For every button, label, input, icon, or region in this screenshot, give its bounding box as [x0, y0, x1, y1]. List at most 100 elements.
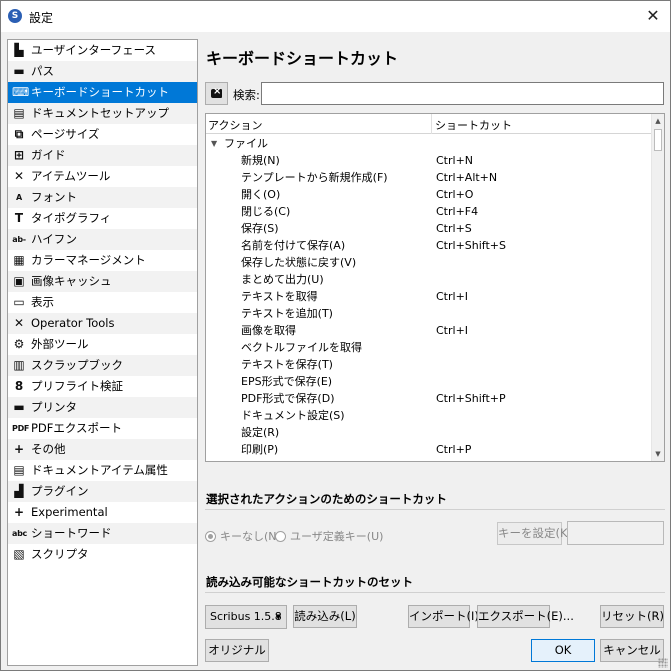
scroll-down-icon[interactable]: ▼ — [652, 447, 664, 461]
table-row[interactable]: 閉じる(C) Ctrl+F4 — [206, 203, 653, 220]
action-name: 印刷(P) — [241, 443, 279, 456]
table-row[interactable]: ドキュメント設定(S) — [206, 407, 653, 424]
tree-header: アクション ショートカット — [206, 114, 653, 134]
action-name: 画像を取得 — [241, 324, 296, 337]
group-label: ファイル — [224, 137, 268, 150]
table-row[interactable]: テキストを取得 Ctrl+I — [206, 288, 653, 305]
guides-icon: ⊞ — [13, 148, 25, 162]
sidebar-item[interactable]: ⌨ キーボードショートカット — [8, 82, 197, 103]
set-key-button[interactable]: キーを設定(K) — [497, 522, 572, 545]
table-row[interactable]: テキストを保存(T) — [206, 356, 653, 373]
table-row[interactable]: 名前を付けて保存(A) Ctrl+Shift+S — [206, 237, 653, 254]
action-name: ベクトルファイルを取得 — [241, 341, 362, 354]
sidebar-item[interactable]: ▟ プラグイン — [8, 481, 197, 502]
sidebar-item[interactable]: ▦ カラーマネージメント — [8, 250, 197, 271]
action-shortcut: Ctrl+I — [436, 324, 469, 337]
action-name: EPS形式で保存(E) — [241, 375, 333, 388]
sidebar-item[interactable]: + その他 — [8, 439, 197, 460]
tree-group-file[interactable]: ▼ ファイル — [206, 135, 653, 152]
table-row[interactable]: 新規(N) Ctrl+N — [206, 152, 653, 169]
sidebar-item[interactable]: T タイポグラフィ — [8, 208, 197, 229]
no-key-radio[interactable]: キーなし(N) — [205, 528, 281, 544]
action-shortcut: Ctrl+N — [436, 154, 474, 167]
expand-arrow-icon[interactable]: ▼ — [211, 135, 217, 152]
close-icon[interactable]: ✕ — [640, 3, 666, 29]
table-row[interactable]: EPS形式で保存(E) — [206, 373, 653, 390]
action-name: テキストを保存(T) — [241, 358, 333, 371]
action-shortcut: Ctrl+P — [436, 443, 472, 456]
action-name: テキストを取得 — [241, 290, 318, 303]
sidebar-item[interactable]: ▬ パス — [8, 61, 197, 82]
tree-scrollbar[interactable]: ▲ ▼ — [651, 114, 664, 461]
sidebar-item[interactable]: ✕ Operator Tools — [8, 313, 197, 334]
column-header-action[interactable]: アクション — [208, 117, 262, 133]
sidebar-item[interactable]: A フォント — [8, 187, 197, 208]
display-icon: ▭ — [13, 295, 25, 309]
sidebar-item[interactable]: ⧉ ページサイズ — [8, 124, 197, 145]
action-shortcut: Ctrl+Alt+N — [436, 171, 498, 184]
table-row[interactable]: テキストを追加(T) — [206, 305, 653, 322]
scroll-up-icon[interactable]: ▲ — [652, 114, 664, 128]
table-row[interactable]: 印刷(P) Ctrl+P — [206, 441, 653, 458]
sidebar-item[interactable]: ▤ ドキュメントセットアップ — [8, 103, 197, 124]
sidebar-item[interactable]: ab- ハイフン — [8, 229, 197, 250]
sidebar-item[interactable]: ✕ アイテムツール — [8, 166, 197, 187]
search-input[interactable] — [261, 82, 664, 105]
reset-button[interactable]: リセット(R) — [600, 605, 664, 628]
sidebar-item[interactable]: ▭ 表示 — [8, 292, 197, 313]
resize-grip-icon[interactable] — [658, 658, 668, 668]
sidebar-item[interactable]: PDF PDFエクスポート — [8, 418, 197, 439]
original-button[interactable]: オリジナル — [205, 639, 269, 662]
table-row[interactable]: まとめて出力(U) — [206, 271, 653, 288]
import-button[interactable]: インポート(I)... — [408, 605, 490, 628]
table-row[interactable]: 設定(R) — [206, 424, 653, 441]
sidebar-item[interactable]: ⚙ 外部ツール — [8, 334, 197, 355]
action-name: ドキュメント設定(S) — [241, 409, 345, 422]
user-key-radio[interactable]: ユーザ定義キー(U) — [275, 528, 383, 544]
ok-button[interactable]: OK — [531, 639, 595, 662]
sidebar-item-label: 画像キャッシュ — [31, 274, 112, 288]
scrapbook-icon: ▥ — [13, 358, 25, 372]
sidebar-item-label: Operator Tools — [31, 316, 115, 330]
scroll-thumb[interactable] — [654, 129, 662, 151]
sidebar-item[interactable]: + Experimental — [8, 502, 197, 523]
key-display-field[interactable] — [567, 521, 664, 545]
sidebar-item[interactable]: ▣ 画像キャッシュ — [8, 271, 197, 292]
column-header-shortcut[interactable]: ショートカット — [435, 117, 512, 133]
divider — [205, 592, 665, 593]
action-name: 名前を付けて保存(A) — [241, 239, 346, 252]
table-row[interactable]: 保存(S) Ctrl+S — [206, 220, 653, 237]
action-name: 保存した状態に戻す(V) — [241, 256, 357, 269]
table-row[interactable]: 画像を取得 Ctrl+I — [206, 322, 653, 339]
table-row[interactable]: ベクトルファイルを取得 — [206, 339, 653, 356]
action-name: PDF形式で保存(D) — [241, 392, 335, 405]
page-size-icon: ⧉ — [14, 127, 24, 141]
chevron-down-icon: ▼ — [275, 613, 281, 621]
fonts-icon: A — [16, 193, 22, 202]
table-row[interactable]: 保存した状態に戻す(V) — [206, 254, 653, 271]
table-row[interactable]: テンプレートから新規作成(F) Ctrl+Alt+N — [206, 169, 653, 186]
no-key-label: キーなし(N) — [220, 530, 281, 543]
sidebar-item[interactable]: ▥ スクラップブック — [8, 355, 197, 376]
ui-icon: ▙ — [14, 43, 24, 57]
sidebar-item[interactable]: 8 プリフライト検証 — [8, 376, 197, 397]
short-words-icon: abc — [12, 529, 27, 538]
sidebar-item[interactable]: ▧ スクリプタ — [8, 544, 197, 565]
shortcut-set-value: Scribus 1.5.8 — [210, 610, 282, 623]
sidebar-item[interactable]: ▬ プリンタ — [8, 397, 197, 418]
sidebar-item[interactable]: ▙ ユーザインターフェース — [8, 40, 197, 61]
sidebar-item[interactable]: ▤ ドキュメントアイテム属性 — [8, 460, 197, 481]
clear-search-button[interactable] — [205, 82, 228, 105]
sidebar-item[interactable]: ⊞ ガイド — [8, 145, 197, 166]
sidebar-item-label: フォント — [31, 190, 77, 204]
cancel-button[interactable]: キャンセル — [600, 639, 664, 662]
experimental-icon: + — [13, 505, 25, 519]
shortcut-set-select[interactable]: Scribus 1.5.8 ▼ — [205, 605, 287, 629]
sidebar-item[interactable]: abc ショートワード — [8, 523, 197, 544]
table-row[interactable]: PDF形式で保存(D) Ctrl+Shift+P — [206, 390, 653, 407]
action-name: 新規(N) — [241, 154, 280, 167]
load-button[interactable]: 読み込み(L) — [293, 605, 357, 628]
export-button[interactable]: エクスポート(E)... — [477, 605, 574, 628]
action-shortcut: Ctrl+S — [436, 222, 472, 235]
table-row[interactable]: 開く(O) Ctrl+O — [206, 186, 653, 203]
